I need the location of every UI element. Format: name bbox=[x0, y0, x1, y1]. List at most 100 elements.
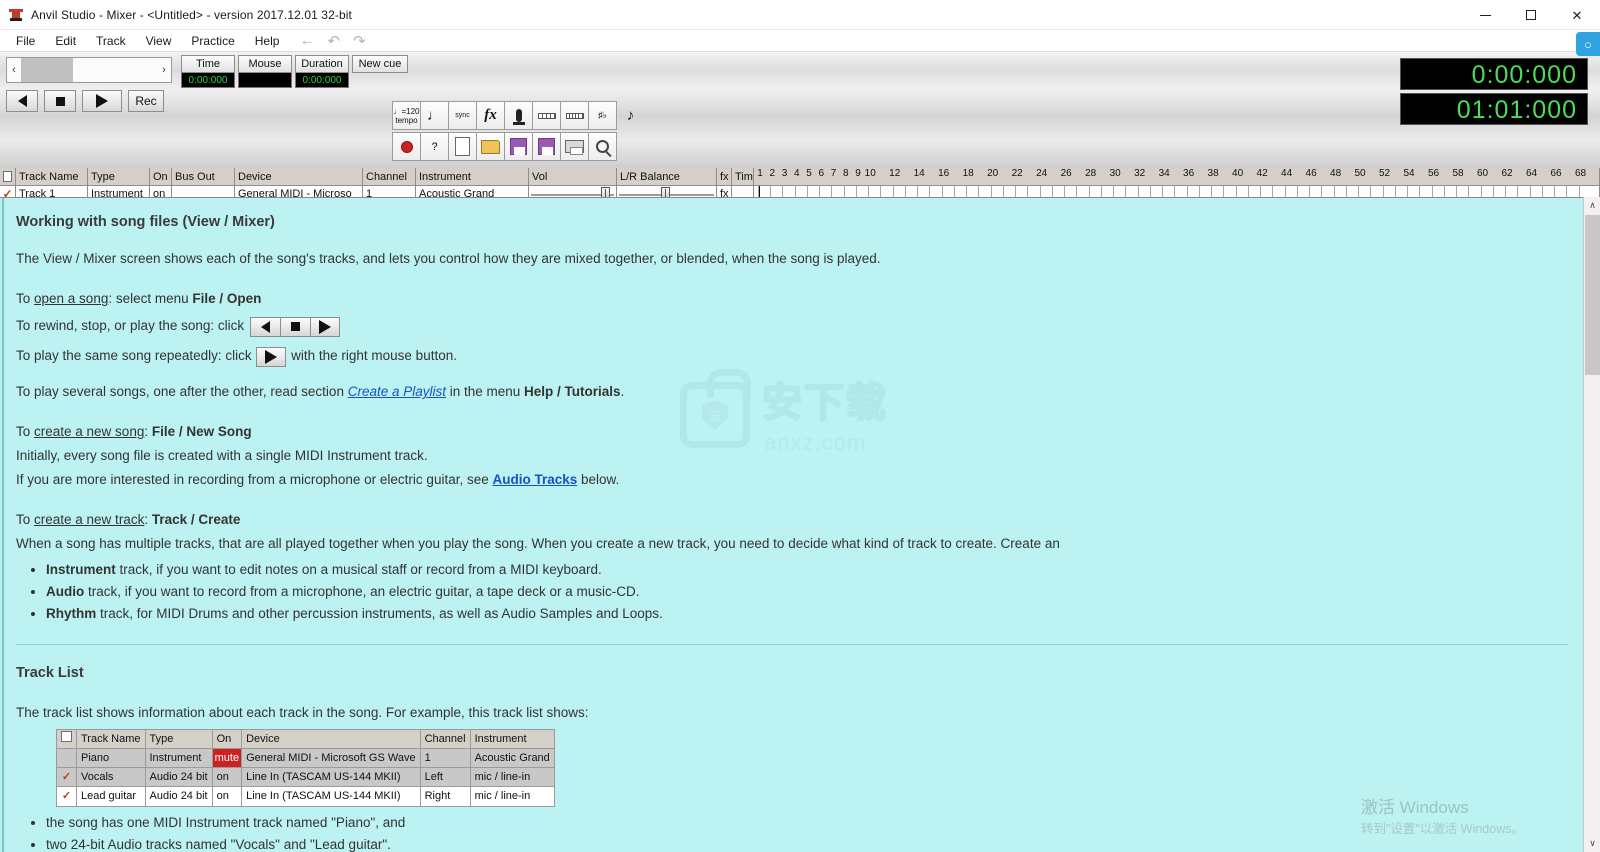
microphone-icon[interactable] bbox=[504, 101, 533, 130]
new-song-note-1: Initially, every song file is created wi… bbox=[16, 448, 428, 464]
menu-help[interactable]: Help bbox=[245, 32, 290, 50]
ex-cell-instrument: mic / line-in bbox=[469, 786, 555, 807]
save-as-icon[interactable] bbox=[532, 132, 561, 161]
ex-cell-name: Vocals bbox=[76, 767, 146, 788]
ruler-tick-label: 40 bbox=[1232, 168, 1244, 179]
tempo-icon[interactable]: ♩=120 tempo bbox=[392, 101, 421, 130]
toolbar: ‹ › Rec Time 0:00:000 Mouse Duration 0:0… bbox=[0, 52, 1600, 200]
create-a-new-track-link[interactable]: create a new track bbox=[34, 512, 144, 527]
ruler-tick-label: 9 bbox=[855, 168, 861, 179]
note-volume-icon[interactable]: ♪ bbox=[616, 101, 645, 130]
inline-play-button[interactable] bbox=[309, 316, 340, 337]
record-icon[interactable] bbox=[392, 132, 421, 161]
ruler-tick-label: 46 bbox=[1305, 168, 1317, 179]
duration-readout: Duration 0:00:000 bbox=[295, 55, 349, 88]
inline-stop-button[interactable] bbox=[279, 316, 310, 337]
ruler-tick-label: 5 bbox=[806, 168, 812, 179]
create-a-playlist-link[interactable]: Create a Playlist bbox=[348, 384, 446, 399]
menu-edit[interactable]: Edit bbox=[45, 32, 86, 50]
header-channel: Channel bbox=[363, 168, 416, 186]
new-file-icon[interactable] bbox=[448, 132, 477, 161]
stop-icon bbox=[290, 322, 300, 332]
stop-button[interactable] bbox=[44, 90, 76, 112]
open-song-line: To open a song: select menu File / Open bbox=[16, 291, 262, 307]
ex-cell-device: Line In (TASCAM US-144 MKII) bbox=[241, 767, 421, 788]
new-track-note: When a song has multiple tracks, that ar… bbox=[16, 536, 1060, 552]
play-icon bbox=[265, 349, 278, 364]
toolbar-icons-row-2: ? bbox=[392, 132, 617, 161]
play-icon bbox=[96, 94, 108, 108]
ruler-tick-label: 44 bbox=[1281, 168, 1293, 179]
ex-header-instrument: Instrument bbox=[469, 728, 555, 749]
play-button[interactable] bbox=[82, 90, 122, 112]
next-song-icon[interactable]: › bbox=[157, 64, 171, 76]
header-select-all[interactable] bbox=[0, 168, 16, 186]
ruler-tick-label: 60 bbox=[1476, 168, 1489, 179]
ruler-tick-label: 54 bbox=[1403, 168, 1415, 179]
ruler-tick-label: 20 bbox=[987, 168, 999, 179]
ruler-tick-label: 28 bbox=[1085, 168, 1097, 179]
undo-icon[interactable]: ↶ bbox=[327, 32, 340, 50]
metronome-glyph: ♩ bbox=[427, 107, 442, 124]
effects-icon[interactable]: fx bbox=[476, 101, 505, 130]
help-heading: Working with song files (View / Mixer) bbox=[16, 214, 275, 230]
timeline-ruler-header[interactable]: 1 2 3 4 5 6 7 8 9 10 12 14 16 18 20 22 24 26 28 30 32 34 36 38 4… bbox=[754, 168, 1600, 186]
blue-badge-icon[interactable]: ○ bbox=[1576, 32, 1600, 56]
ruler-tick-label: 16 bbox=[938, 168, 950, 179]
keyboard-icon[interactable] bbox=[560, 101, 589, 130]
scroll-down-icon[interactable]: ∨ bbox=[1584, 835, 1600, 852]
prev-song-icon[interactable]: ‹ bbox=[7, 64, 21, 76]
menu-practice[interactable]: Practice bbox=[181, 32, 244, 50]
close-button[interactable]: ✕ bbox=[1554, 0, 1600, 30]
metronome-icon[interactable]: ♩ bbox=[420, 101, 449, 130]
header-track-name: Track Name bbox=[16, 168, 88, 186]
inline-rewind-button[interactable] bbox=[249, 316, 280, 337]
readout-group: Time 0:00:000 Mouse Duration 0:00:000 Ne… bbox=[181, 55, 408, 88]
ruler-tick-label: 30 bbox=[1109, 168, 1121, 179]
menu-view[interactable]: View bbox=[136, 32, 182, 50]
table-header-row: Track Name Type On Device Channel Instru… bbox=[56, 728, 555, 749]
print-preview-icon[interactable] bbox=[588, 132, 617, 161]
ex-header-type: Type bbox=[144, 728, 213, 749]
open-a-song-link[interactable]: open a song bbox=[34, 291, 108, 306]
open-folder-icon[interactable] bbox=[476, 132, 505, 161]
playlist-line: To play several songs, one after the oth… bbox=[16, 384, 625, 400]
new-song-note-2: If you are more interested in recording … bbox=[16, 472, 620, 488]
sync-glyph: sync bbox=[455, 112, 470, 119]
create-a-new-song-link[interactable]: create a new song bbox=[34, 424, 144, 439]
menu-track[interactable]: Track bbox=[86, 32, 136, 50]
stop-icon bbox=[55, 96, 65, 106]
tempo-value: ♩=120 bbox=[393, 106, 420, 116]
scroll-up-icon[interactable]: ∧ bbox=[1584, 197, 1600, 214]
audio-tracks-link[interactable]: Audio Tracks bbox=[492, 472, 577, 487]
ruler-tick-label: 34 bbox=[1158, 168, 1170, 179]
staff-editor-icon[interactable]: ♯♭ bbox=[588, 101, 617, 130]
ruler-tick-label: 42 bbox=[1256, 168, 1268, 179]
minimize-button[interactable] bbox=[1462, 0, 1508, 30]
ex-cell-device: Line In (TASCAM US-144 MKII) bbox=[241, 786, 421, 807]
rewind-button[interactable] bbox=[6, 90, 38, 112]
ruler-tick-label: 58 bbox=[1452, 168, 1464, 179]
inline-play-button-repeat[interactable] bbox=[256, 346, 287, 367]
fx-glyph: fx bbox=[484, 107, 497, 123]
ruler-tick-label: 24 bbox=[1036, 168, 1048, 179]
redo-icon[interactable]: ↷ bbox=[353, 32, 366, 50]
scrollbar-thumb[interactable] bbox=[1585, 215, 1600, 375]
record-button[interactable]: Rec bbox=[128, 90, 164, 112]
audio-mixer-icon[interactable] bbox=[532, 101, 561, 130]
ex-cell-check: ✓ bbox=[56, 767, 77, 788]
maximize-button[interactable] bbox=[1508, 0, 1554, 30]
toolbar-icons-row-1: ♩=120 tempo ♩ sync fx ♯♭ ♪ bbox=[392, 101, 644, 130]
print-icon[interactable] bbox=[560, 132, 589, 161]
content-scrollbar[interactable]: ∧ ∨ bbox=[1583, 197, 1600, 852]
inline-transport-group bbox=[249, 316, 340, 337]
save-icon[interactable] bbox=[504, 132, 533, 161]
help-intro: The View / Mixer screen shows each of th… bbox=[16, 251, 881, 267]
ex-cell-on: on bbox=[211, 767, 243, 788]
new-cue-button[interactable]: New cue bbox=[352, 55, 408, 88]
sync-icon[interactable]: sync bbox=[448, 101, 477, 130]
back-icon[interactable]: ← bbox=[299, 32, 314, 49]
song-selector-combo[interactable]: ‹ › bbox=[6, 57, 172, 83]
help-icon[interactable]: ? bbox=[420, 132, 449, 161]
menu-file[interactable]: File bbox=[6, 32, 45, 50]
